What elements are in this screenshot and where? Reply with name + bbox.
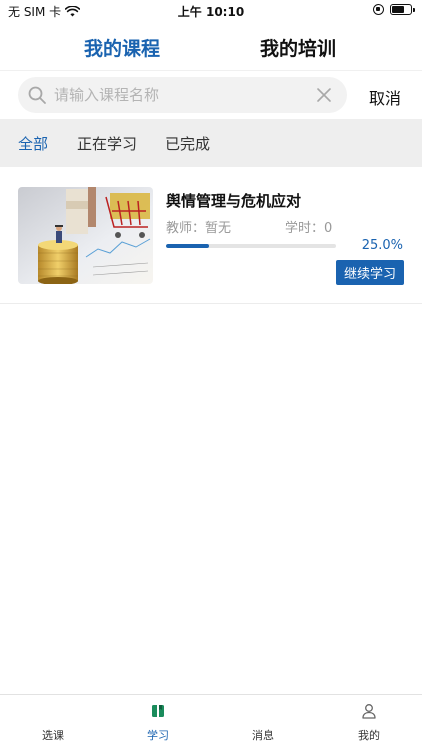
nav-item-messages[interactable]: 消息 [233,695,293,750]
message-icon [255,703,271,719]
filter-in-progress[interactable]: 正在学习 [77,133,137,154]
select-course-icon [45,703,61,719]
cancel-button[interactable]: 取消 [369,85,401,109]
book-icon [150,703,166,719]
status-right [373,4,415,15]
teacher-label: 教师：暂无 [166,221,232,236]
nav-label-select-course: 选课 [42,729,64,742]
nav-label-study: 学习 [147,729,169,742]
continue-learning-button[interactable]: 继续学习 [336,260,404,285]
clear-icon[interactable] [316,87,332,107]
nav-item-select-course[interactable]: 选课 [23,695,83,750]
course-title[interactable]: 舆情管理与危机应对 [166,190,301,211]
status-time: 上午 10:10 [177,5,245,19]
progress-bar [166,244,336,248]
rotation-lock-icon [373,4,384,15]
search-box[interactable] [18,77,347,113]
nav-item-mine[interactable]: 我的 [339,695,399,750]
hours-label: 学时：0 [285,221,333,236]
nav-label-messages: 消息 [252,729,274,742]
progress-text: 25.0% [361,238,403,253]
course-thumbnail[interactable] [18,187,153,284]
status-bar: 无 SIM 卡 上午 10:10 [0,0,422,24]
nav-item-study[interactable]: 学习 [128,695,188,750]
course-card[interactable]: 舆情管理与危机应对 教师：暂无 学时：0 25.0% 继续学习 [0,170,422,304]
user-icon [361,703,377,719]
filter-all[interactable]: 全部 [18,133,48,154]
nav-label-mine: 我的 [358,729,380,742]
tab-my-training[interactable]: 我的培训 [260,34,336,61]
search-input[interactable] [54,77,304,113]
filter-completed[interactable]: 已完成 [165,133,210,154]
search-icon [27,85,47,109]
top-tabs: 我的课程 我的培训 [0,26,422,66]
tab-my-courses[interactable]: 我的课程 [84,34,160,61]
filter-bar: 全部 正在学习 已完成 [0,119,422,167]
search-row: 取消 [0,70,422,118]
progress-fill [166,244,209,248]
battery-icon [390,4,415,15]
bottom-nav: 选课 学习 消息 我的 [0,694,422,750]
